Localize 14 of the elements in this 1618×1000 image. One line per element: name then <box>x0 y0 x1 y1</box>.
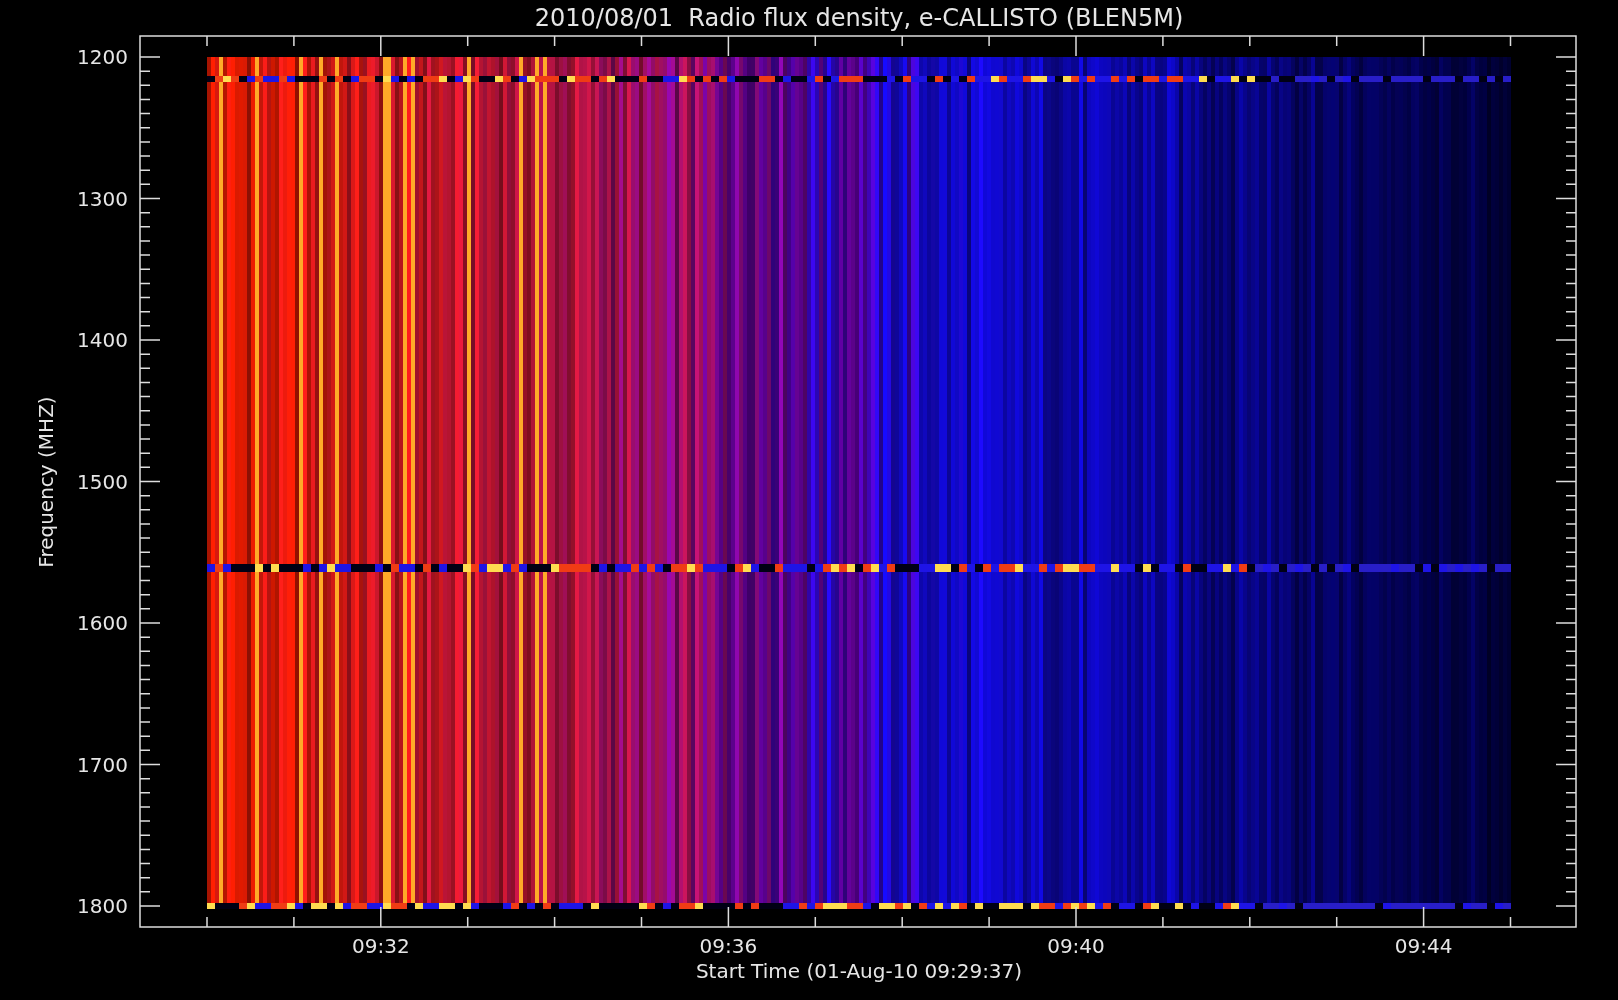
x-tick-label: 09:36 <box>699 934 758 958</box>
chart-title: 2010/08/01 Radio flux density, e-CALLISTO (BLEN5M) <box>534 4 1184 32</box>
y-axis-label: Frequency (MHZ) <box>34 396 58 568</box>
y-tick-label: 1600 <box>77 611 128 635</box>
y-tick-label: 1700 <box>77 752 128 777</box>
y-tick-label: 1500 <box>77 469 128 494</box>
x-tick-label: 09:40 <box>1047 934 1105 958</box>
y-tick-label: 1300 <box>77 186 128 211</box>
y-tick-label: 1400 <box>77 328 128 352</box>
x-axis-label: Start Time (01-Aug-10 09:29:37) <box>695 959 1023 983</box>
y-tick-label: 1200 <box>77 45 128 69</box>
x-tick-label: 09:32 <box>352 934 410 958</box>
y-tick-label: 1800 <box>77 894 128 918</box>
x-tick-label: 09:44 <box>1394 934 1453 958</box>
